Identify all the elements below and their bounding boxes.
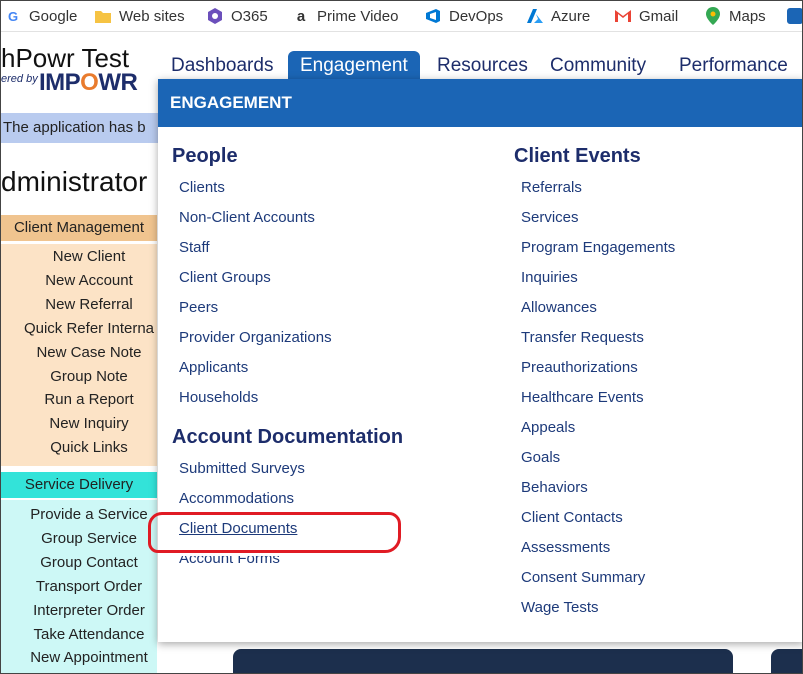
- menu-item-wage-tests[interactable]: Wage Tests: [521, 599, 599, 616]
- bookmark-gmail[interactable]: Gmail: [615, 6, 678, 26]
- dropdown-header: ENGAGEMENT: [158, 79, 802, 127]
- menu-item-transfer-requests[interactable]: Transfer Requests: [521, 329, 644, 346]
- brand-logo: IMPOWR: [39, 69, 138, 96]
- nav-dashboards[interactable]: Dashboards: [171, 51, 273, 81]
- people-group-title: People: [172, 145, 238, 167]
- sidebar-item-new-referral[interactable]: New Referral: [1, 296, 177, 313]
- sidebar-item-new-appointment[interactable]: New Appointment: [1, 649, 177, 666]
- content-panel: [233, 649, 733, 673]
- menu-item-services[interactable]: Services: [521, 209, 579, 226]
- sidebar-item-take-attendance[interactable]: Take Attendance: [1, 626, 177, 643]
- menu-item-staff[interactable]: Staff: [179, 239, 210, 256]
- app-icon: [787, 8, 802, 24]
- sidebar-item-new-case-note[interactable]: New Case Note: [1, 344, 177, 361]
- sidebar-item-quick-refer[interactable]: Quick Refer Interna: [1, 320, 177, 337]
- menu-item-preauthorizations[interactable]: Preauthorizations: [521, 359, 638, 376]
- menu-item-healthcare-events[interactable]: Healthcare Events: [521, 389, 644, 406]
- office-icon: [207, 8, 223, 24]
- bookmark-label: DevOps: [449, 7, 504, 25]
- menu-item-goals[interactable]: Goals: [521, 449, 560, 466]
- bookmark-label: Web sites: [119, 7, 185, 25]
- bookmarks-bar: G Google Web sites O365 a Prime Video De…: [1, 1, 802, 32]
- nav-performance[interactable]: Performance: [679, 51, 788, 81]
- sidebar-item-group-note[interactable]: Group Note: [1, 368, 177, 385]
- bookmark-prime-video[interactable]: a Prime Video: [293, 6, 399, 26]
- azure-icon: [527, 8, 543, 24]
- powered-by-label: ered by: [1, 73, 38, 85]
- bookmark-label: Google: [29, 7, 78, 25]
- bookmark-devops[interactable]: DevOps: [425, 6, 503, 26]
- bookmark-azure[interactable]: Azure: [527, 6, 590, 26]
- google-icon: G: [7, 8, 19, 24]
- nav-community[interactable]: Community: [550, 51, 646, 81]
- menu-item-client-groups[interactable]: Client Groups: [179, 269, 271, 286]
- menu-item-applicants[interactable]: Applicants: [179, 359, 248, 376]
- sidebar-item-new-inquiry[interactable]: New Inquiry: [1, 415, 177, 432]
- menu-item-accommodations[interactable]: Accommodations: [179, 490, 294, 507]
- service-delivery-header[interactable]: Service Delivery: [1, 472, 157, 498]
- menu-item-behaviors[interactable]: Behaviors: [521, 479, 588, 496]
- sidebar-item-group-contact[interactable]: Group Contact: [1, 554, 177, 571]
- menu-item-submitted-surveys[interactable]: Submitted Surveys: [179, 460, 305, 477]
- menu-item-non-client-accounts[interactable]: Non-Client Accounts: [179, 209, 315, 226]
- account-documentation-group-title: Account Documentation: [172, 426, 404, 448]
- menu-item-appeals[interactable]: Appeals: [521, 419, 575, 436]
- amazon-icon: a: [296, 7, 306, 25]
- client-management-header[interactable]: Client Management: [1, 215, 157, 241]
- sidebar-item-transport-order[interactable]: Transport Order: [1, 578, 177, 595]
- menu-item-provider-organizations[interactable]: Provider Organizations: [179, 329, 332, 346]
- sidebar-heading: dministrator: [1, 166, 148, 197]
- sidebar-item-run-report[interactable]: Run a Report: [1, 391, 177, 408]
- sidebar-item-new-account[interactable]: New Account: [1, 272, 177, 289]
- folder-icon: [95, 8, 111, 24]
- client-events-group-title: Client Events: [514, 145, 641, 167]
- content-panel: [771, 649, 802, 673]
- menu-item-households[interactable]: Households: [179, 389, 258, 406]
- sidebar-item-quick-links[interactable]: Quick Links: [1, 439, 177, 456]
- menu-item-allowances[interactable]: Allowances: [521, 299, 597, 316]
- menu-item-assessments[interactable]: Assessments: [521, 539, 610, 556]
- bookmark-web-sites[interactable]: Web sites: [95, 6, 185, 26]
- menu-item-referrals[interactable]: Referrals: [521, 179, 582, 196]
- bookmark-label: O365: [231, 7, 268, 25]
- menu-item-inquiries[interactable]: Inquiries: [521, 269, 578, 286]
- bookmark-label: Prime Video: [317, 7, 399, 25]
- devops-icon: [425, 8, 441, 24]
- menu-item-consent-summary[interactable]: Consent Summary: [521, 569, 645, 586]
- notice-banner: The application has b: [1, 113, 159, 143]
- bookmark-label: Maps: [729, 7, 766, 25]
- engagement-dropdown-menu: ENGAGEMENT People Clients Non-Client Acc…: [158, 79, 802, 642]
- nav-resources[interactable]: Resources: [437, 51, 528, 81]
- menu-item-peers[interactable]: Peers: [179, 299, 218, 316]
- menu-item-program-engagements[interactable]: Program Engagements: [521, 239, 675, 256]
- bookmark-o365[interactable]: O365: [207, 6, 268, 26]
- maps-icon: [705, 7, 721, 25]
- client-management-list: New Client New Account New Referral Quic…: [1, 244, 157, 466]
- nav-engagement[interactable]: Engagement: [288, 51, 420, 81]
- service-delivery-list: Provide a Service Group Service Group Co…: [1, 500, 157, 673]
- bookmark-google[interactable]: G Google: [5, 6, 77, 26]
- bookmark-maps[interactable]: Maps: [705, 6, 766, 26]
- bookmark-overflow[interactable]: [787, 6, 802, 26]
- app-window: G Google Web sites O365 a Prime Video De…: [0, 0, 803, 674]
- highlight-annotation: [148, 512, 401, 553]
- menu-item-clients[interactable]: Clients: [179, 179, 225, 196]
- gmail-icon: [615, 8, 631, 24]
- menu-item-client-contacts[interactable]: Client Contacts: [521, 509, 623, 526]
- sidebar-item-new-client[interactable]: New Client: [1, 248, 177, 265]
- sidebar-item-interpreter-order[interactable]: Interpreter Order: [1, 602, 177, 619]
- bookmark-label: Gmail: [639, 7, 679, 25]
- bookmark-label: Azure: [551, 7, 591, 25]
